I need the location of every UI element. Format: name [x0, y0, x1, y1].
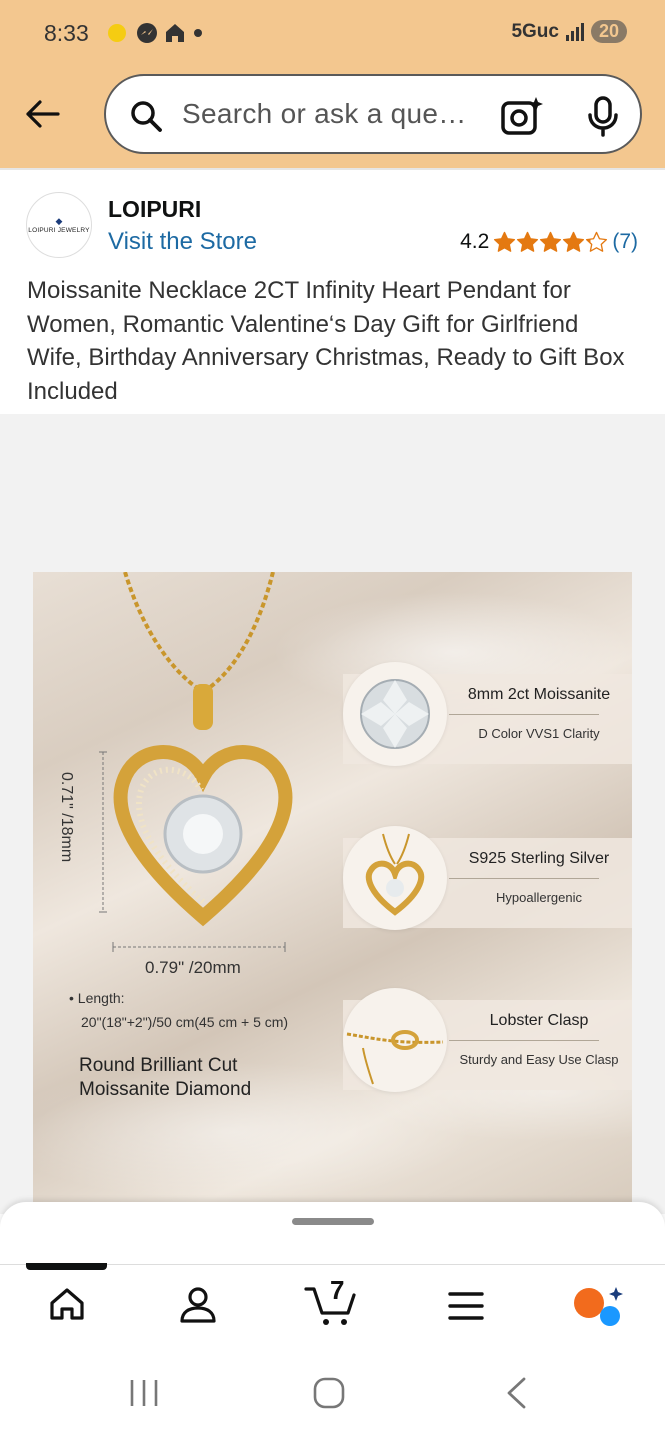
home-app-icon — [166, 24, 184, 42]
cart-tab[interactable]: 7 — [304, 1275, 358, 1332]
bottom-tab-bar: 7 — [0, 1263, 665, 1350]
network-label: 5Guc — [511, 20, 559, 42]
star-icon — [540, 231, 562, 252]
dimension-width: 0.79" /20mm — [145, 958, 241, 977]
feature-title: S925 Sterling Silver — [468, 850, 610, 867]
rating-summary[interactable]: 4.2 (7) — [460, 230, 638, 254]
feature-subtitle: Hypoallergenic — [496, 890, 582, 905]
search-placeholder[interactable]: Search or ask a que… — [182, 98, 467, 130]
feature-title: 8mm 2ct Moissanite — [467, 686, 611, 703]
search-header: Search or ask a que… — [0, 68, 665, 168]
visit-store-link[interactable]: Visit the Store — [108, 228, 257, 256]
system-back-icon[interactable] — [504, 1376, 530, 1410]
feature-clasp: Lobster Clasp Sturdy and Easy Use Clasp — [343, 988, 632, 1092]
status-notification-icons — [104, 22, 204, 44]
home-button-icon[interactable] — [312, 1376, 346, 1410]
menu-icon[interactable] — [448, 1291, 484, 1321]
bullet-dot: • — [69, 990, 78, 1006]
active-tab-indicator — [26, 1263, 107, 1270]
recent-apps-icon[interactable] — [128, 1376, 160, 1408]
star-icon — [563, 231, 585, 252]
signal-icon — [565, 22, 584, 41]
search-box[interactable]: Search or ask a que… — [104, 74, 642, 154]
rufus-ai-icon[interactable] — [572, 1285, 624, 1327]
dimension-markers — [99, 751, 286, 952]
cut-line-2: Moissanite Diamond — [79, 1079, 252, 1100]
account-icon[interactable] — [178, 1285, 218, 1325]
moissanite-stone-image — [343, 662, 447, 766]
star-icon — [586, 231, 608, 252]
feature-subtitle: Sturdy and Easy Use Clasp — [459, 1052, 619, 1067]
cart-count: 7 — [330, 1275, 345, 1305]
feature-title: Lobster Clasp — [489, 1012, 589, 1029]
store-logo-text: LOIPURI JEWELRY — [28, 227, 90, 234]
back-arrow-icon[interactable] — [22, 94, 62, 134]
feature-moissanite: 8mm 2ct Moissanite D Color VVS1 Clarity — [343, 662, 632, 766]
length-label: Length: — [77, 990, 125, 1006]
sheet-drag-handle[interactable] — [292, 1218, 374, 1225]
length-value: 20"(18"+2")/50 cm(45 cm + 5 cm) — [81, 1014, 289, 1030]
length-info: • Length: 20"(18"+2")/50 cm(45 cm + 5 cm… — [69, 986, 288, 1034]
store-logo[interactable]: ◆ LOIPURI JEWELRY — [26, 192, 92, 258]
product-image[interactable]: 0.71" /18mm 0.79" /20mm • Length: 20"(18… — [33, 572, 632, 1202]
cut-line-1: Round Brilliant Cut — [79, 1055, 238, 1076]
status-right: 5Guc 20 — [511, 20, 627, 43]
battery-indicator: 20 — [590, 20, 627, 43]
system-nav-bar — [0, 1350, 665, 1440]
status-time: 8:33 — [44, 20, 89, 46]
product-title: Moissanite Necklace 2CT Infinity Heart P… — [27, 277, 625, 405]
dimension-height: 0.71" /18mm — [58, 772, 75, 863]
pendant-thumbnail-image — [343, 826, 447, 930]
clasp-thumbnail-image — [343, 988, 447, 1092]
search-icon — [131, 101, 162, 132]
review-count[interactable]: (7) — [612, 230, 638, 254]
cut-info: Round Brilliant Cut Moissanite Diamond — [79, 1054, 251, 1102]
feature-silver: S925 Sterling Silver Hypoallergenic — [343, 826, 632, 930]
microphone-icon[interactable] — [586, 95, 620, 137]
dot-icon — [194, 29, 202, 37]
store-logo-mark: ◆ — [55, 216, 63, 226]
home-icon[interactable] — [48, 1285, 86, 1323]
header-divider — [0, 168, 665, 170]
status-bar: 8:33 5Guc 20 — [0, 0, 665, 68]
wifi-calling-icon — [108, 24, 126, 42]
star-rating — [493, 231, 608, 253]
star-icon — [517, 231, 539, 252]
messenger-icon — [137, 23, 157, 43]
feature-subtitle: D Color VVS1 Clarity — [478, 726, 600, 741]
brand-name: LOIPURI — [108, 196, 202, 222]
rating-value: 4.2 — [460, 230, 490, 253]
star-icon — [494, 231, 516, 252]
camera-search-icon[interactable] — [500, 95, 544, 137]
